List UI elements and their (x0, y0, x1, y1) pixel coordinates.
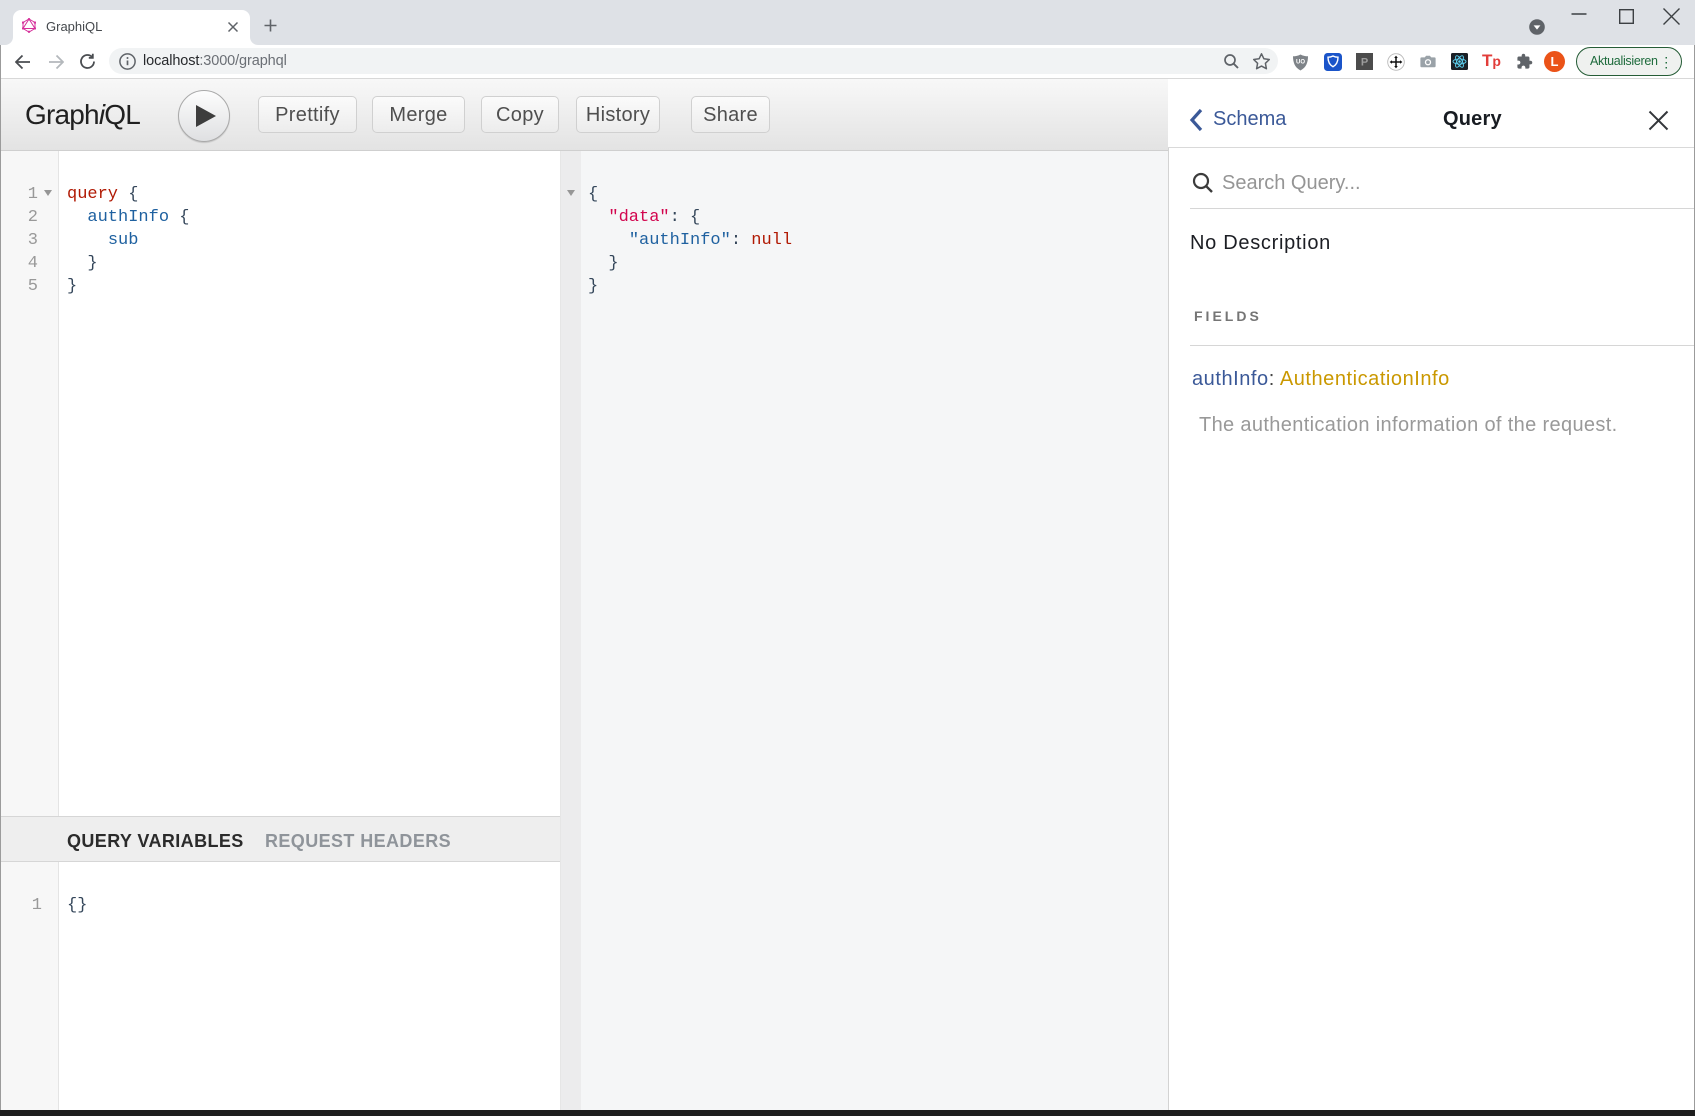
svg-text:UO: UO (1296, 60, 1305, 66)
svg-text:P: P (1361, 57, 1368, 69)
